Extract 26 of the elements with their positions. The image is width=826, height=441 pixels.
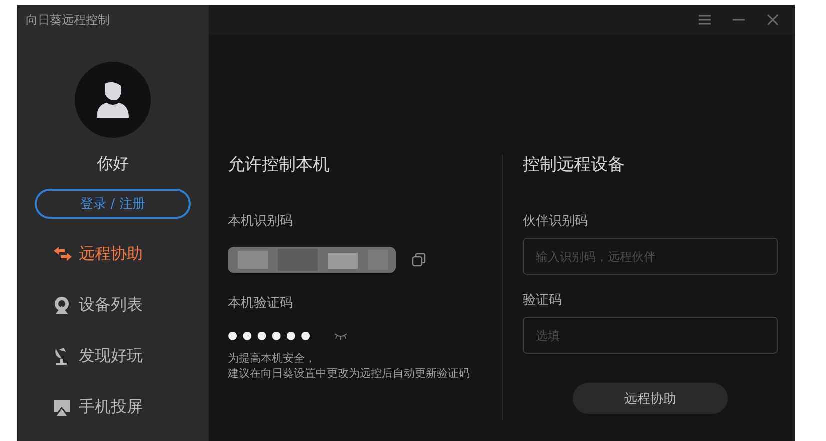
window-title: 向日葵远程控制: [26, 12, 110, 28]
hint-text: 为提高本机安全，: [228, 351, 317, 366]
field-label: 验证码: [523, 292, 563, 309]
person-icon: [95, 80, 131, 120]
eye-closed-icon[interactable]: [334, 332, 348, 340]
input-field[interactable]: 输入识别码，远程伙伴: [523, 238, 778, 275]
close-icon[interactable]: [765, 12, 781, 28]
sidebar-item[interactable]: 远程协助: [52, 241, 209, 267]
sidebar-item[interactable]: 手机投屏: [52, 394, 209, 420]
sidebar-item[interactable]: 设备列表: [52, 292, 209, 318]
field-label: 伙伴识别码: [523, 213, 589, 230]
screen-cast-icon: [52, 397, 72, 417]
masked-code: ●●●●●●: [228, 329, 316, 342]
section-title: 控制远程设备: [523, 155, 626, 175]
field-label: 本机识别码: [228, 213, 294, 230]
location-icon: [52, 295, 72, 315]
input-field[interactable]: 选填: [523, 317, 778, 354]
connect-button[interactable]: 远程协助: [573, 383, 728, 414]
login-button[interactable]: 登录 / 注册: [35, 189, 191, 219]
hint-text: 建议在向日葵设置中更改为远控后自动更新验证码: [228, 366, 471, 381]
sidebar-item[interactable]: 发现好玩: [52, 343, 209, 369]
section-title: 允许控制本机: [228, 155, 331, 175]
field-label: 本机验证码: [228, 295, 294, 312]
swap-arrows-icon: [52, 244, 72, 264]
copy-icon[interactable]: [412, 253, 426, 267]
greeting: 你好: [97, 154, 129, 175]
